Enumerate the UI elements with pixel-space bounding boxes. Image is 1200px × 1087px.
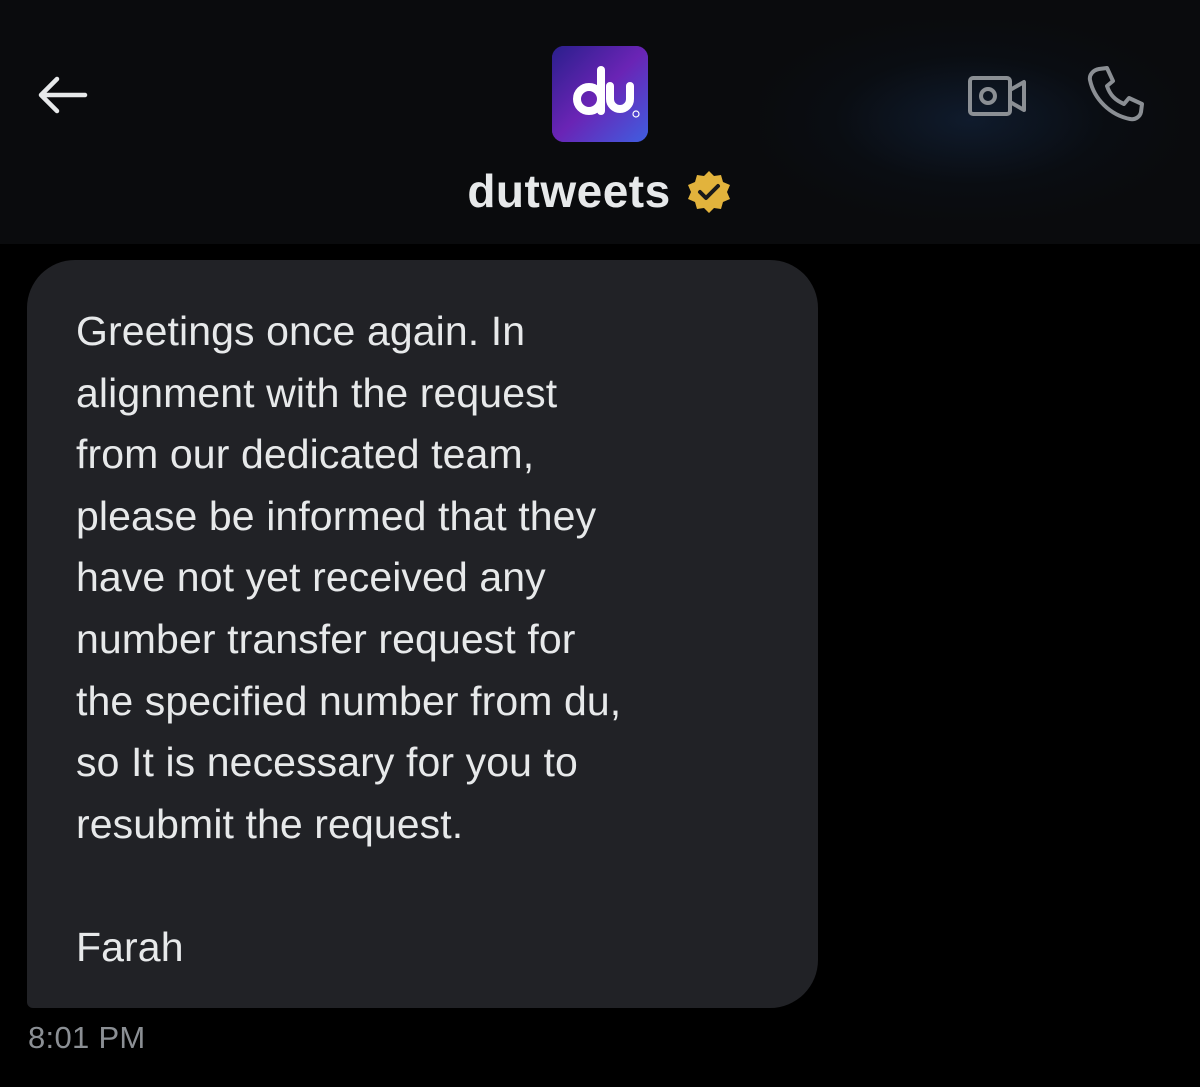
message-line: the specified number from du, [76, 677, 622, 724]
back-button[interactable] [26, 64, 96, 126]
message-timestamp: 8:01 PM [28, 1020, 146, 1055]
arrow-left-icon [38, 76, 88, 114]
du-logo [552, 46, 648, 142]
conversation-header: dutweets [0, 0, 1200, 244]
message-line: resubmit the request. [76, 800, 464, 847]
avatar[interactable] [552, 46, 648, 142]
title-row: dutweets [0, 164, 1200, 218]
message-line: alignment with the request [76, 369, 558, 416]
conversation-title[interactable]: dutweets [467, 164, 670, 218]
message-line: please be informed that they [76, 492, 597, 539]
phone-icon [1087, 66, 1144, 122]
message-line: Greetings once again. In [76, 308, 526, 354]
message-text: Greetings once again. In alignment with … [76, 301, 778, 979]
message-signature: Farah [76, 923, 184, 970]
video-camera-icon [968, 76, 1026, 116]
voice-call-button[interactable] [1080, 60, 1152, 128]
message-line: number transfer request for [76, 615, 576, 662]
verified-badge-icon [685, 168, 733, 216]
message-line: from our dedicated team, [76, 431, 535, 478]
message-line: have not yet received any [76, 554, 546, 601]
video-call-button[interactable] [962, 64, 1034, 128]
message-line: so It is necessary for you to [76, 739, 578, 786]
message-bubble[interactable]: Greetings once again. In alignment with … [27, 260, 818, 1008]
